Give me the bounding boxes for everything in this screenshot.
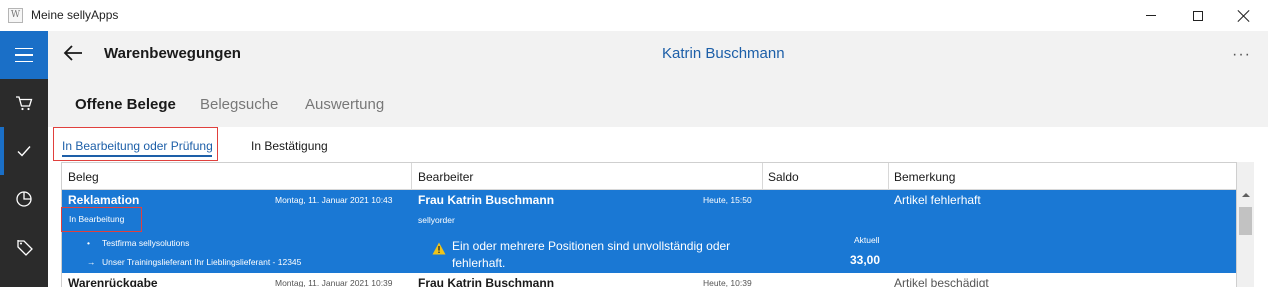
column-header-beleg[interactable]: Beleg [68,170,99,184]
scroll-up-icon[interactable] [1242,193,1250,197]
beleg-date: Montag, 11. Januar 2021 10:39 [275,278,393,287]
partner-to: Unser Trainingslieferant Ihr Lieblingsli… [102,257,302,267]
current-user: Katrin Buschmann [662,45,785,62]
highlight-box-status [61,207,142,232]
table-row[interactable]: Reklamation Montag, 11. Januar 2021 10:4… [62,190,1236,273]
shopping-cart-icon [16,96,33,111]
selly-app-icon: W [8,8,23,23]
close-icon [1238,10,1250,22]
documents-table: Beleg Bearbeiter Saldo Bemerkung Reklama… [61,162,1237,287]
table-header: Beleg Bearbeiter Saldo Bemerkung [62,163,1236,190]
sidebar [0,31,48,287]
table-row[interactable]: Warenrückgabe Montag, 11. Januar 2021 10… [62,273,1236,287]
partner-from: Testfirma sellysolutions [102,238,190,248]
tab-auswertung[interactable]: Auswertung [305,96,384,113]
saldo-label: Aktuell [854,235,880,245]
maximize-icon [1193,10,1203,21]
tag-icon [17,240,33,256]
bearbeiter-time: Heute, 15:50 [703,195,752,205]
page-title: Warenbewegungen [104,45,241,62]
partner-from-bullet: • [87,238,90,248]
partner-to-arrow-icon: → [87,257,96,267]
main-content: In Bearbeitung oder Prüfung In Bestätigu… [48,127,1268,287]
column-header-saldo[interactable]: Saldo [768,170,799,184]
column-header-bearbeiter[interactable]: Bearbeiter [418,170,473,184]
bemerkung: Artikel beschädigt [894,276,989,287]
beleg-date: Montag, 11. Januar 2021 10:43 [275,195,393,205]
hamburger-menu-icon [15,47,33,50]
page-header: Warenbewegungen Katrin Buschmann ··· Off… [48,31,1268,127]
pie-chart-icon [16,191,32,207]
bearbeiter-name: Frau Katrin Buschmann [418,193,555,207]
title-bar: W Meine sellyApps [0,0,1268,31]
back-arrow-icon [63,45,82,61]
scroll-thumb[interactable] [1239,207,1252,235]
back-button[interactable] [61,43,85,63]
bearbeiter-name: Frau Katrin Buschmann [418,276,555,287]
sidebar-item-cart[interactable] [0,79,48,127]
minimize-icon [1146,15,1156,16]
tab-belegsuche[interactable]: Belegsuche [200,96,278,113]
close-button[interactable] [1221,0,1267,31]
checkmark-icon [17,146,31,157]
warning-icon [432,242,446,255]
hamburger-menu-button[interactable] [0,31,48,79]
warning-message: Ein oder mehrere Positionen sind unvolls… [452,239,731,270]
sidebar-item-tags[interactable] [0,223,48,271]
highlight-box-subtab [53,127,218,161]
subtab-in-bestaetigung[interactable]: In Bestätigung [251,139,328,153]
beleg-type: Reklamation [68,193,140,207]
source-app: sellyorder [418,215,455,225]
beleg-type: Warenrückgabe [68,276,158,287]
more-options-button[interactable]: ··· [1232,46,1251,64]
window-title: Meine sellyApps [31,8,119,22]
bearbeiter-time: Heute, 10:39 [703,278,752,287]
bemerkung: Artikel fehlerhaft [894,193,981,207]
vertical-scrollbar[interactable] [1237,162,1254,287]
sidebar-item-reports[interactable] [0,175,48,223]
column-header-bemerkung[interactable]: Bemerkung [894,170,955,184]
tab-offene-belege[interactable]: Offene Belege [75,96,176,113]
maximize-button[interactable] [1175,0,1221,31]
minimize-button[interactable] [1128,0,1174,31]
sidebar-item-open-documents[interactable] [0,127,48,175]
saldo-value: 33,00 [850,253,881,267]
